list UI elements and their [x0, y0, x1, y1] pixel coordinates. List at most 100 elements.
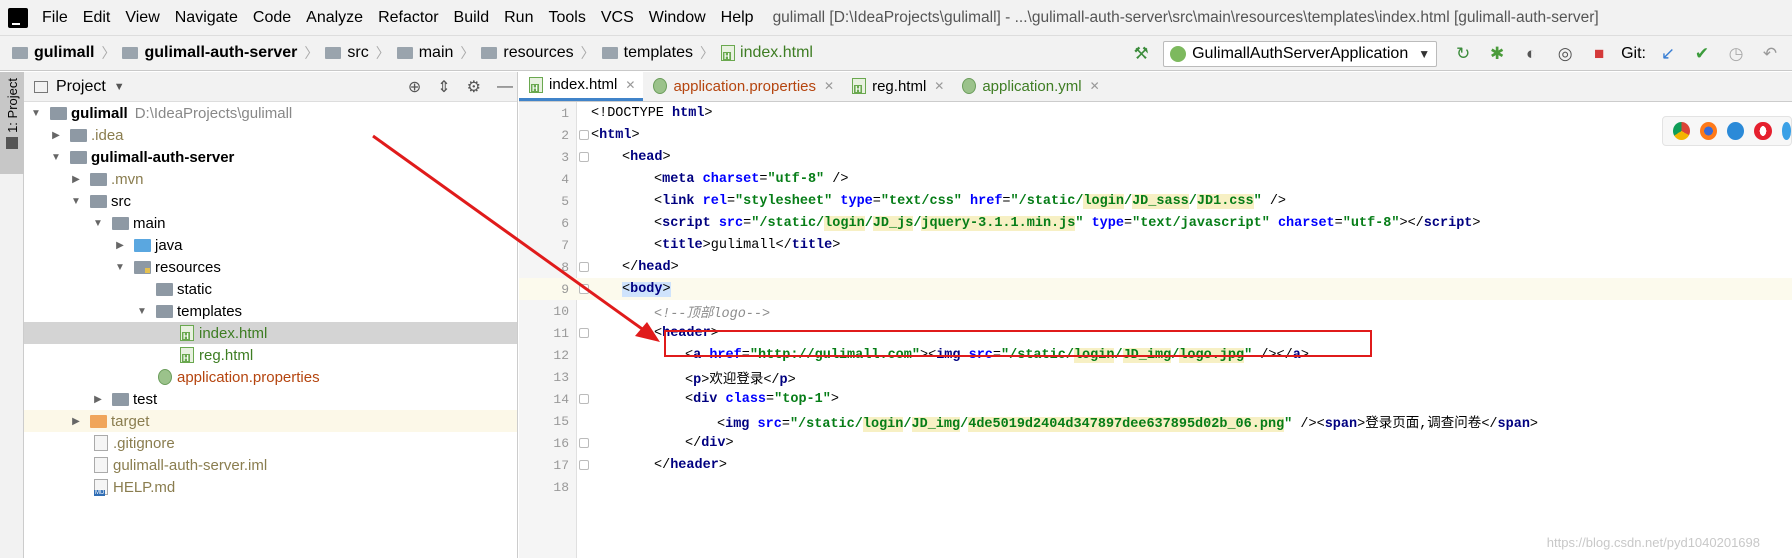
- tree-item-src[interactable]: ▼ src: [24, 190, 517, 212]
- tab-index-html[interactable]: index.html ✕: [519, 71, 644, 101]
- tree-item-application-properties[interactable]: application.properties: [24, 366, 517, 388]
- gitignore-file-icon: [94, 435, 108, 451]
- code-line-7: 7 <title>gulimall</title>: [519, 234, 1792, 256]
- chevron-down-icon[interactable]: ▼: [136, 306, 148, 317]
- close-icon[interactable]: ✕: [625, 78, 635, 92]
- menu-code[interactable]: Code: [253, 9, 291, 27]
- breadcrumb-index-html[interactable]: index.html: [721, 44, 813, 62]
- yml-file-icon: [962, 78, 977, 94]
- stop-icon[interactable]: ■: [1587, 42, 1611, 66]
- run-configuration-select[interactable]: GulimallAuthServerApplication ▼: [1163, 41, 1438, 67]
- tab-reg-html[interactable]: reg.html ✕: [842, 71, 952, 101]
- breadcrumb-label: gulimall-auth-server: [144, 44, 298, 61]
- menu-bar: File Edit View Navigate Code Analyze Ref…: [0, 0, 1792, 35]
- git-commit-icon[interactable]: ✔: [1690, 42, 1714, 66]
- folder-icon: [601, 47, 618, 59]
- chevron-down-icon[interactable]: ▼: [50, 152, 62, 163]
- chevron-right-icon[interactable]: ▶: [114, 240, 126, 251]
- locate-target-icon[interactable]: ⊕: [408, 77, 421, 97]
- collapse-all-icon[interactable]: ⇕: [437, 77, 450, 97]
- project-panel-title[interactable]: Project: [56, 78, 106, 96]
- chevron-right-icon[interactable]: ▶: [70, 416, 82, 427]
- gear-icon[interactable]: ⚙: [467, 77, 481, 97]
- tree-item-java[interactable]: ▶ java: [24, 234, 517, 256]
- tree-item-gitignore[interactable]: .gitignore: [24, 432, 517, 454]
- breadcrumb-resources[interactable]: resources: [481, 44, 574, 62]
- git-update-icon[interactable]: ↙: [1656, 42, 1680, 66]
- tree-item-resources[interactable]: ▼ resources: [24, 256, 517, 278]
- module-folder-icon: [50, 106, 67, 120]
- fold-marker-icon[interactable]: [579, 130, 589, 140]
- menu-run[interactable]: Run: [504, 9, 533, 27]
- menu-refactor[interactable]: Refactor: [378, 9, 438, 27]
- chevron-down-icon[interactable]: ▼: [114, 262, 126, 273]
- breadcrumb-main[interactable]: main: [396, 44, 453, 62]
- menu-file[interactable]: File: [42, 9, 68, 27]
- safari-icon[interactable]: [1727, 122, 1745, 140]
- close-icon[interactable]: ✕: [934, 79, 944, 93]
- menu-window[interactable]: Window: [649, 9, 706, 27]
- tree-item-idea[interactable]: ▶ .idea: [24, 124, 517, 146]
- firefox-icon[interactable]: [1700, 122, 1718, 140]
- fold-marker-icon[interactable]: [579, 152, 589, 162]
- fold-marker-icon[interactable]: [579, 328, 589, 338]
- tree-item-auth-server[interactable]: ▼ gulimall-auth-server: [24, 146, 517, 168]
- fold-marker-icon[interactable]: [579, 284, 589, 294]
- tree-item-path: D:\IdeaProjects\gulimall: [134, 104, 293, 122]
- breadcrumb-gulimall[interactable]: gulimall: [12, 44, 94, 62]
- coverage-icon[interactable]: ◐: [1519, 42, 1543, 66]
- menu-navigate[interactable]: Navigate: [175, 9, 238, 27]
- chevron-right-icon[interactable]: ▶: [70, 174, 82, 185]
- tree-item-gulimall[interactable]: ▼ gulimall D:\IdeaProjects\gulimall: [24, 102, 517, 124]
- project-panel-tools: ⊕ ⇕ ⚙ —: [408, 72, 513, 102]
- git-history-icon[interactable]: ◷: [1724, 42, 1748, 66]
- fold-marker-icon[interactable]: [579, 262, 589, 272]
- menu-help[interactable]: Help: [721, 9, 754, 27]
- breadcrumb-templates[interactable]: templates: [601, 44, 693, 62]
- tree-item-iml[interactable]: gulimall-auth-server.iml: [24, 454, 517, 476]
- project-tool-tab[interactable]: 1: Project: [0, 72, 24, 174]
- menu-build[interactable]: Build: [454, 9, 490, 27]
- tree-item-index-html[interactable]: index.html: [24, 322, 517, 344]
- edge-icon[interactable]: [1781, 122, 1792, 140]
- rerun-icon[interactable]: ↻: [1451, 42, 1475, 66]
- git-rollback-icon[interactable]: ↶: [1758, 42, 1782, 66]
- build-hammer-icon[interactable]: ⚒: [1129, 42, 1153, 66]
- tree-item-templates[interactable]: ▼ templates: [24, 300, 517, 322]
- close-icon[interactable]: ✕: [824, 79, 834, 93]
- breadcrumb-auth-server[interactable]: gulimall-auth-server: [122, 44, 297, 62]
- menu-vcs[interactable]: VCS: [601, 9, 634, 27]
- tree-item-mvn[interactable]: ▶ .mvn: [24, 168, 517, 190]
- profile-icon[interactable]: ◎: [1553, 42, 1577, 66]
- chevron-down-icon[interactable]: ▼: [92, 218, 104, 229]
- tab-application-yml[interactable]: application.yml ✕: [952, 71, 1107, 101]
- tree-item-help-md[interactable]: HELP.md: [24, 476, 517, 498]
- chevron-right-icon[interactable]: ▶: [92, 394, 104, 405]
- menu-tools[interactable]: Tools: [548, 9, 585, 27]
- tree-item-main[interactable]: ▼ main: [24, 212, 517, 234]
- menu-analyze[interactable]: Analyze: [306, 9, 363, 27]
- navigation-bar: gulimall 〉 gulimall-auth-server 〉 src 〉 …: [0, 35, 1792, 71]
- debug-icon[interactable]: ✱: [1485, 42, 1509, 66]
- fold-marker-icon[interactable]: [579, 438, 589, 448]
- fold-marker-icon[interactable]: [579, 460, 589, 470]
- chevron-down-icon[interactable]: ▼: [70, 196, 82, 207]
- tree-item-test[interactable]: ▶ test: [24, 388, 517, 410]
- tree-item-reg-html[interactable]: reg.html: [24, 344, 517, 366]
- close-icon[interactable]: ✕: [1090, 79, 1100, 93]
- menu-view[interactable]: View: [125, 9, 159, 27]
- menu-edit[interactable]: Edit: [83, 9, 111, 27]
- chevron-right-icon[interactable]: ▶: [50, 130, 62, 141]
- tree-item-target[interactable]: ▶ target: [24, 410, 517, 432]
- breadcrumb-src[interactable]: src: [325, 44, 369, 62]
- chevron-down-icon[interactable]: ▼: [114, 81, 125, 93]
- tree-item-static[interactable]: static: [24, 278, 517, 300]
- folder-icon: [325, 47, 342, 59]
- line-number: 14: [553, 391, 569, 407]
- chevron-down-icon[interactable]: ▼: [30, 108, 42, 119]
- tab-application-properties[interactable]: application.properties ✕: [643, 71, 842, 101]
- fold-marker-icon[interactable]: [579, 394, 589, 404]
- minimize-icon[interactable]: —: [497, 78, 513, 96]
- opera-icon[interactable]: [1754, 122, 1772, 140]
- chrome-icon[interactable]: [1673, 122, 1691, 140]
